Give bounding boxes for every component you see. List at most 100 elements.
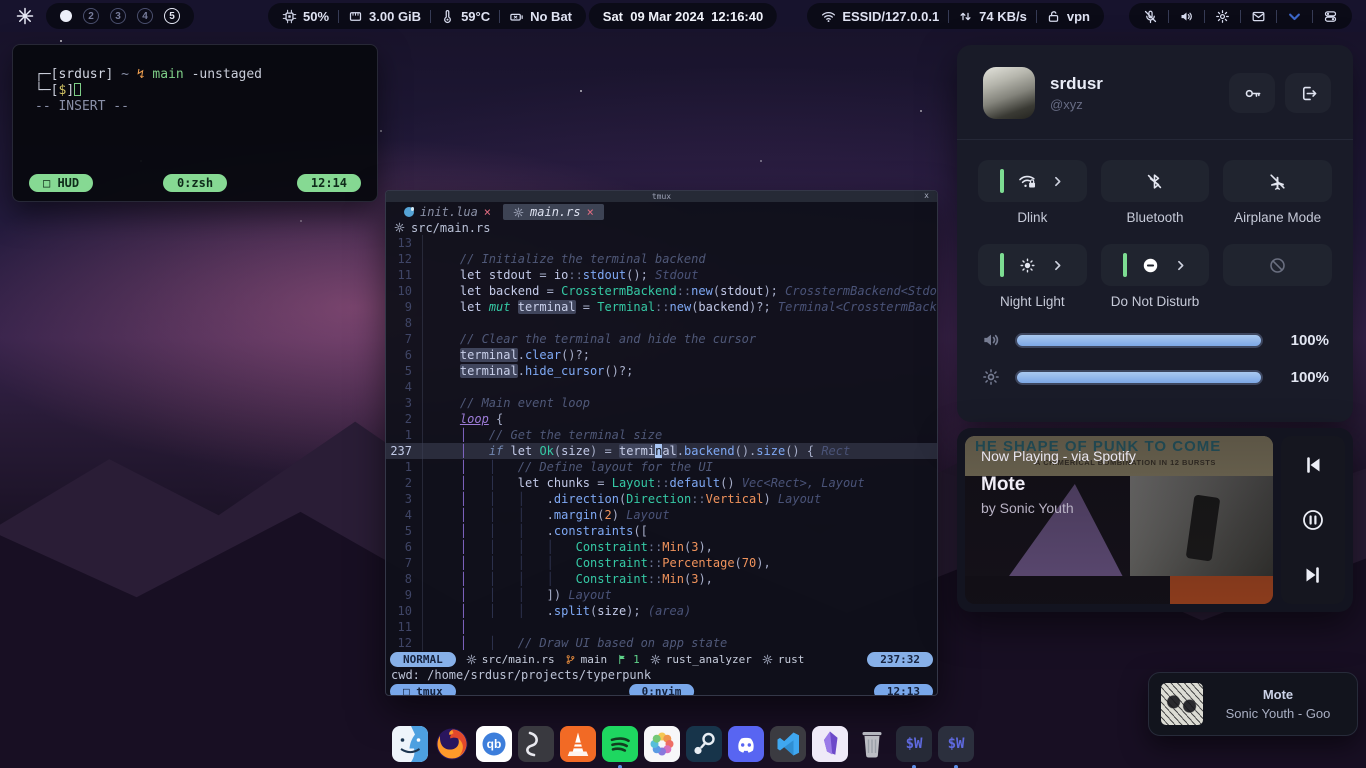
launcher-logo-icon[interactable] [16,7,34,25]
logout-button[interactable] [1285,73,1331,113]
tmux-title-text: tmux [652,192,671,201]
workspace-switcher[interactable]: 2345 [46,3,194,29]
toggle-dlink[interactable] [978,160,1087,202]
workspace-5[interactable]: 5 [164,8,180,24]
line-number: 4 [386,379,422,395]
code-editor[interactable]: 1312 // Initialize the terminal backend1… [386,235,937,651]
workspace-4[interactable]: 4 [137,8,153,24]
code-line[interactable]: 10 │ │ │ .split(size); (area) [386,603,937,619]
code-line[interactable]: 12 // Initialize the terminal backend [386,251,937,267]
dock-steam[interactable] [686,726,722,762]
dock-media-app[interactable] [518,726,554,762]
chevron-down-icon[interactable] [1287,9,1302,24]
next-track-button[interactable] [1298,560,1328,590]
tab-label: main.rs [530,205,581,219]
code-line[interactable]: 1 │ // Get the terminal size [386,427,937,443]
hud-session-pill[interactable]: □ HUD [29,174,93,192]
code-line[interactable]: 9 let mut terminal = Terminal::new(backe… [386,299,937,315]
code-line[interactable]: 3 │ │ │ .direction(Direction::Vertical) … [386,491,937,507]
dock-dollar-w-1[interactable]: $W [896,726,932,762]
toggle-night-light[interactable] [978,244,1087,286]
code-line[interactable]: 3 // Main event loop [386,395,937,411]
dock-photos[interactable] [644,726,680,762]
code-line[interactable]: 8 [386,315,937,331]
code-line[interactable]: 237 │ if let Ok(size) = terminal.backend… [386,443,937,459]
line-number: 9 [386,299,422,315]
code-line[interactable]: 13 [386,235,937,251]
code-line[interactable]: 6 terminal.clear()?; [386,347,937,363]
line-number: 13 [386,235,422,251]
workspace-3[interactable]: 3 [110,8,126,24]
dock-spotify[interactable] [602,726,638,762]
chevron-right-icon[interactable] [1051,259,1064,272]
toggle-do-not-disturb[interactable] [1101,244,1210,286]
volume-slider[interactable] [1015,333,1263,348]
line-number: 2 [386,411,422,427]
mail-icon[interactable] [1251,9,1266,24]
volume-icon[interactable] [1179,9,1194,24]
settings-icon[interactable] [1215,9,1230,24]
code-line[interactable]: 10 let backend = CrosstermBackend::new(s… [386,283,937,299]
lock-keys-button[interactable] [1229,73,1275,113]
code-line[interactable]: 5 terminal.hide_cursor()?; [386,363,937,379]
code-line[interactable]: 5 │ │ │ .constraints([ [386,523,937,539]
code-line[interactable]: 4 [386,379,937,395]
code-line[interactable]: 11 │ [386,619,937,635]
tab-init.lua[interactable]: init.lua× [394,204,501,220]
code-line[interactable]: 2 loop { [386,411,937,427]
stars [60,40,62,42]
tmux-session-pill[interactable]: □ tmux [390,684,456,696]
network-widget[interactable]: ESSID/127.0.0.1 74 KB/s vpn [807,3,1104,29]
close-icon[interactable]: × [484,205,491,219]
dock-dollar-w-2[interactable]: $W [938,726,974,762]
chevron-right-icon[interactable] [1174,259,1187,272]
code-line[interactable]: 7 │ │ │ │ Constraint::Percentage(70), [386,555,937,571]
code-line[interactable]: 12 │ │ // Draw UI based on app state [386,635,937,651]
notification-toast[interactable]: Mote Sonic Youth - Goo [1148,672,1358,736]
line-number: 2 [386,475,422,491]
dock-obsidian[interactable] [812,726,848,762]
close-icon[interactable]: × [587,205,594,219]
screen-toggles-icon[interactable] [1323,9,1338,24]
workspace-2[interactable]: 2 [83,8,99,24]
hud-window-pill[interactable]: 0:zsh [163,174,227,192]
rust-file-icon [394,222,405,233]
dock-firefox[interactable] [434,726,470,762]
code-line[interactable]: 1 │ │ // Define layout for the UI [386,459,937,475]
toggle-bluetooth[interactable] [1101,160,1210,202]
tmux-window-pill[interactable]: 0:nvim [629,684,695,696]
pause-button[interactable] [1298,505,1328,535]
dock-file-manager[interactable] [392,726,428,762]
workspace-1[interactable] [60,10,72,22]
code-line[interactable]: 6 │ │ │ │ Constraint::Min(3), [386,539,937,555]
tab-main.rs[interactable]: main.rs × [503,204,604,220]
dock-vlc[interactable] [560,726,596,762]
code-line[interactable]: 4 │ │ │ .margin(2) Layout [386,507,937,523]
dock-qbittorrent[interactable]: qb [476,726,512,762]
code-line[interactable]: 8 │ │ │ │ Constraint::Min(3), [386,571,937,587]
code-line[interactable]: 11 let stdout = io::stdout(); Stdout [386,267,937,283]
terminal-output[interactable]: ┌─[srdusr] ~ ↯ main -unstaged└─[$]-- INS… [13,45,377,115]
brightness-slider-row: 100% [981,367,1329,387]
dock-trash[interactable] [854,726,890,762]
album-art: HE SHAPE OF PUNK TO COME A CHIMERICAL BO… [965,436,1273,604]
mic-muted-icon[interactable] [1143,9,1158,24]
battery-value: No Bat [530,9,572,24]
previous-track-button[interactable] [1298,450,1328,480]
chevron-right-icon[interactable] [1051,175,1064,188]
toggle-airplane-mode[interactable] [1223,160,1332,202]
memory-icon [348,9,363,24]
code-line[interactable]: 9 │ │ │ ]) Layout [386,587,937,603]
temperature-value: 59°C [461,9,490,24]
tmux-titlebar: tmux x [386,191,937,202]
toggle-blocked[interactable] [1223,244,1332,286]
code-line[interactable]: 7 // Clear the terminal and hide the cur… [386,331,937,347]
memory-value: 3.00 GiB [369,9,421,24]
code-line[interactable]: 2 │ │ let chunks = Layout::default() Vec… [386,475,937,491]
line-number: 6 [386,539,422,555]
close-icon[interactable]: x [924,191,929,200]
dock-vscode[interactable] [770,726,806,762]
clock[interactable]: Sat 09 Mar 2024 12:16:40 [589,3,777,29]
brightness-slider[interactable] [1015,370,1263,385]
dock-discord[interactable] [728,726,764,762]
